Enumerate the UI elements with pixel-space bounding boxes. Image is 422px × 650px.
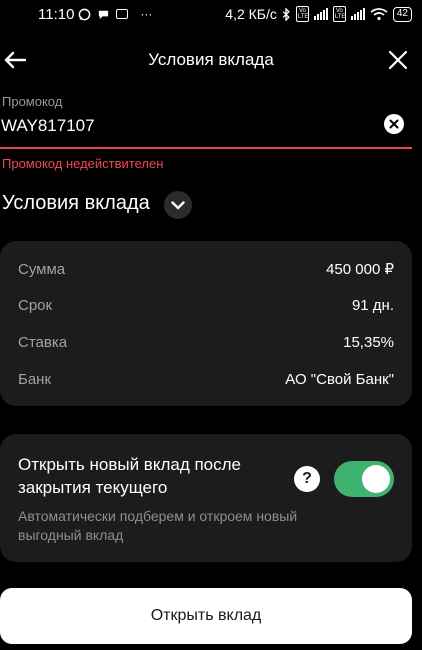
promo-code-input[interactable] (0, 114, 370, 138)
conditions-collapse-toggle[interactable] (164, 191, 192, 219)
status-bar: 11:10 ··· 4,2 КБ/с Vo LTE Vo LTE 42 (0, 0, 422, 28)
promo-field-underline (0, 147, 412, 149)
deposit-details-card: Сумма 450 000 ₽ Срок 91 дн. Ставка 15,35… (0, 241, 412, 406)
volte-icon: Vo LTE (295, 6, 309, 22)
auto-renew-description: Автоматически подберем и откроем новый в… (18, 508, 298, 543)
notification-icons: ··· (78, 7, 152, 21)
battery-icon: 42 (392, 6, 412, 22)
toggle-knob (362, 465, 390, 493)
clear-icon (389, 119, 399, 129)
auto-renew-title: Открыть новый вклад после закрытия текущ… (18, 455, 242, 497)
status-time: 11:10 (38, 5, 75, 23)
clear-promo-button[interactable] (384, 114, 404, 134)
bluetooth-icon (282, 7, 291, 21)
auto-renew-card: Открыть новый вклад после закрытия текущ… (0, 434, 412, 562)
detail-value: 450 000 ₽ (326, 261, 394, 278)
status-right: 4,2 КБ/с Vo LTE Vo LTE 42 (225, 6, 412, 22)
detail-row-amount: Сумма 450 000 ₽ (18, 258, 394, 280)
whatsapp-icon (78, 8, 91, 21)
page-title: Условия вклада (148, 50, 274, 69)
detail-row-term: Срок 91 дн. (18, 294, 394, 316)
signal-strength-icon-2 (350, 8, 365, 20)
open-deposit-button[interactable]: Открыть вклад (0, 588, 412, 644)
app-header: Условия вклада (0, 40, 422, 80)
detail-row-bank: Банк АО "Свой Банк" (18, 368, 394, 390)
network-speed: 4,2 КБ/с (225, 6, 277, 22)
detail-value: 15,35% (343, 333, 394, 351)
detail-label: Срок (18, 296, 53, 314)
volte-icon-2: Vo LTE (332, 6, 346, 22)
chat-bubble-icon (97, 8, 110, 21)
more-notifications-icon: ··· (140, 7, 153, 21)
auto-renew-toggle[interactable] (334, 461, 394, 497)
close-icon (388, 50, 408, 70)
promo-code-label: Промокод (2, 94, 63, 109)
detail-row-rate: Ставка 15,35% (18, 331, 394, 353)
detail-label: Сумма (18, 260, 66, 278)
detail-value: 91 дн. (351, 296, 394, 314)
detail-value: АО "Свой Банк" (285, 370, 394, 388)
close-button[interactable] (384, 46, 412, 74)
signal-strength-icon (313, 8, 328, 20)
promo-error-message: Промокод недействителен (2, 156, 164, 171)
detail-label: Ставка (18, 333, 68, 351)
app-notification-icon (116, 9, 129, 19)
detail-label: Банк (18, 370, 52, 388)
conditions-heading: Условия вклада (2, 192, 150, 214)
chevron-down-icon (171, 200, 185, 209)
help-button[interactable]: ? (294, 466, 320, 492)
wifi-icon (370, 7, 388, 21)
